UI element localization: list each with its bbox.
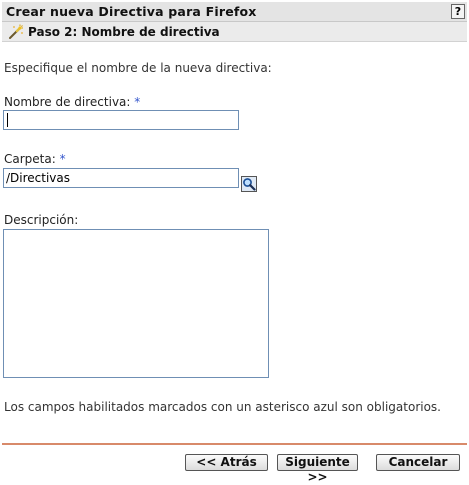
help-button[interactable]: ? [451, 4, 465, 19]
name-label: Nombre de directiva: [4, 95, 131, 109]
description-textarea[interactable] [3, 229, 269, 378]
step-bar: Paso 2: Nombre de directiva [2, 22, 467, 42]
magnifier-icon [243, 178, 256, 191]
folder-label: Carpeta: [4, 152, 56, 166]
intro-text: Especifique el nombre de la nueva direct… [4, 61, 272, 75]
description-label: Descripción: [4, 213, 79, 227]
folder-browse-button[interactable] [241, 176, 257, 192]
required-fields-note: Los campos habilitados marcados con un a… [4, 400, 441, 414]
footer-divider [2, 443, 467, 445]
back-button[interactable]: << Atrás [185, 454, 268, 471]
folder-required-asterisk: * [59, 152, 66, 166]
dialog-title: Crear nueva Directiva para Firefox [6, 4, 257, 19]
policy-name-input[interactable] [3, 110, 239, 130]
step-title: Paso 2: Nombre de directiva [28, 25, 220, 39]
wand-icon [9, 24, 23, 39]
folder-label-row: Carpeta: * [4, 152, 66, 166]
next-button[interactable]: Siguiente >> [277, 454, 358, 484]
text-caret [7, 113, 8, 127]
folder-input[interactable] [3, 168, 239, 188]
dialog-title-bar: Crear nueva Directiva para Firefox ? [2, 2, 467, 22]
cancel-button[interactable]: Cancelar [376, 454, 460, 471]
name-label-row: Nombre de directiva: * [4, 95, 140, 109]
name-required-asterisk: * [134, 95, 141, 109]
